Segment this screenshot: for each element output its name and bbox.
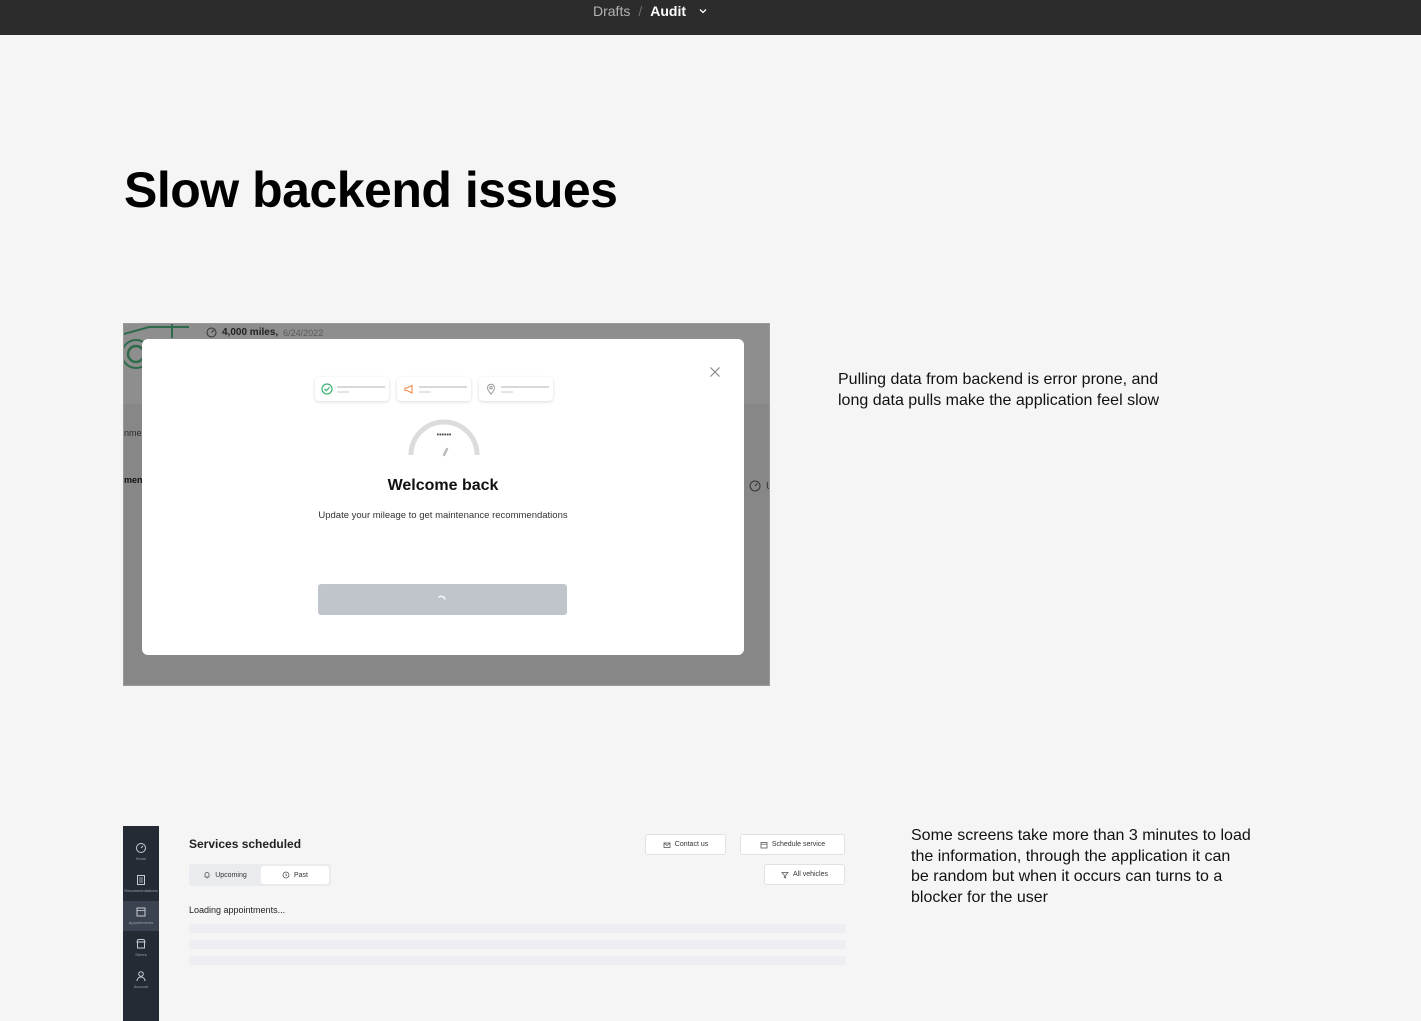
breadcrumb-separator: /	[638, 3, 643, 19]
tab-upcoming[interactable]: Upcoming	[191, 866, 259, 884]
mileage-readout: 4,000 miles, 6/24/2022	[206, 327, 323, 338]
progress-steps	[315, 377, 553, 401]
breadcrumb-audit[interactable]: Audit	[650, 2, 686, 20]
sidebar-item-account[interactable]: Account	[123, 965, 159, 995]
spinner-icon	[438, 595, 446, 600]
tab-past[interactable]: Past	[261, 866, 329, 884]
sidebar-item-label: Appointments	[128, 920, 154, 925]
button-label: Contact us	[674, 841, 709, 848]
breadcrumb: Drafts / Audit	[593, 2, 708, 20]
tab-label: Upcoming	[215, 871, 247, 879]
calendar-icon	[136, 907, 146, 917]
filter-icon	[781, 871, 789, 879]
megaphone-icon	[404, 384, 413, 394]
contact-us-button[interactable]: Contact us	[645, 834, 726, 855]
step-card	[479, 377, 553, 401]
appointment-tabs: Upcoming Past	[189, 864, 331, 886]
mail-icon	[663, 842, 671, 848]
mileage-date: 6/24/2022	[283, 327, 324, 338]
bell-icon	[204, 872, 210, 879]
sidebar-item-recommendations[interactable]: Recommendations	[123, 869, 159, 899]
history-icon	[282, 871, 290, 879]
sidebar-item-home[interactable]: Home	[123, 837, 159, 867]
tab-label: Past	[293, 871, 308, 879]
sidebar-item-label: Recommendations	[124, 888, 158, 893]
sidebar-item-appointments[interactable]: Appointments	[123, 901, 159, 931]
vehicle-filter-button[interactable]: All vehicles	[764, 864, 845, 885]
skeleton-row	[189, 940, 846, 949]
sidebar-item-stores[interactable]: Stores	[123, 933, 159, 963]
skeleton-row	[189, 924, 846, 933]
sidebar: Home Recommendations Appointments Stores…	[123, 826, 159, 1021]
skeleton-row	[189, 956, 846, 965]
step-card	[397, 377, 471, 401]
mileage-value: 4,000 miles,	[222, 327, 279, 338]
note-slow-screens: Some screens take more than 3 minutes to…	[911, 827, 1251, 907]
sidebar-item-label: Account	[133, 984, 149, 989]
button-label: Schedule service	[771, 841, 826, 848]
background-text-fragment-label: U	[766, 481, 769, 492]
page-title: Slow backend issues	[124, 162, 618, 218]
check-circle-icon	[321, 383, 333, 395]
section-title: Services scheduled	[189, 837, 302, 851]
top-bar: Drafts / Audit	[0, 0, 1421, 35]
modal-title: Welcome back	[387, 477, 499, 494]
breadcrumb-drafts[interactable]: Drafts	[593, 2, 630, 20]
welcome-modal: •••••• Welcome back Update your mileage …	[142, 339, 744, 655]
close-icon[interactable]	[709, 366, 721, 378]
background-text-fragment: men	[124, 475, 143, 485]
gauge-icon	[136, 843, 146, 853]
background-text-fragment: U	[749, 480, 769, 492]
mileage-gauge-icon: ••••••	[408, 419, 480, 457]
user-icon	[136, 971, 146, 982]
gauge-label: ••••••	[437, 432, 452, 439]
schedule-service-button[interactable]: Schedule service	[740, 834, 845, 855]
gauge-icon	[749, 480, 761, 492]
list-icon	[137, 875, 145, 885]
sidebar-item-label: Stores	[135, 952, 147, 957]
location-pin-icon	[486, 383, 496, 395]
note-backend: Pulling data from backend is error prone…	[838, 371, 1160, 409]
calendar-icon	[760, 841, 768, 848]
gauge-icon	[206, 327, 217, 338]
sidebar-item-label: Home	[135, 856, 147, 861]
button-label: All vehicles	[792, 871, 828, 878]
screenshot-services-scheduled: Home Recommendations Appointments Stores…	[123, 826, 868, 1021]
loading-submit-button[interactable]	[318, 584, 567, 615]
chevron-down-icon[interactable]	[698, 6, 708, 16]
modal-subtitle: Update your mileage to get maintenance r…	[318, 510, 568, 521]
loading-status: Loading appointments...	[189, 905, 286, 915]
step-card	[315, 377, 389, 401]
store-icon	[136, 939, 146, 949]
